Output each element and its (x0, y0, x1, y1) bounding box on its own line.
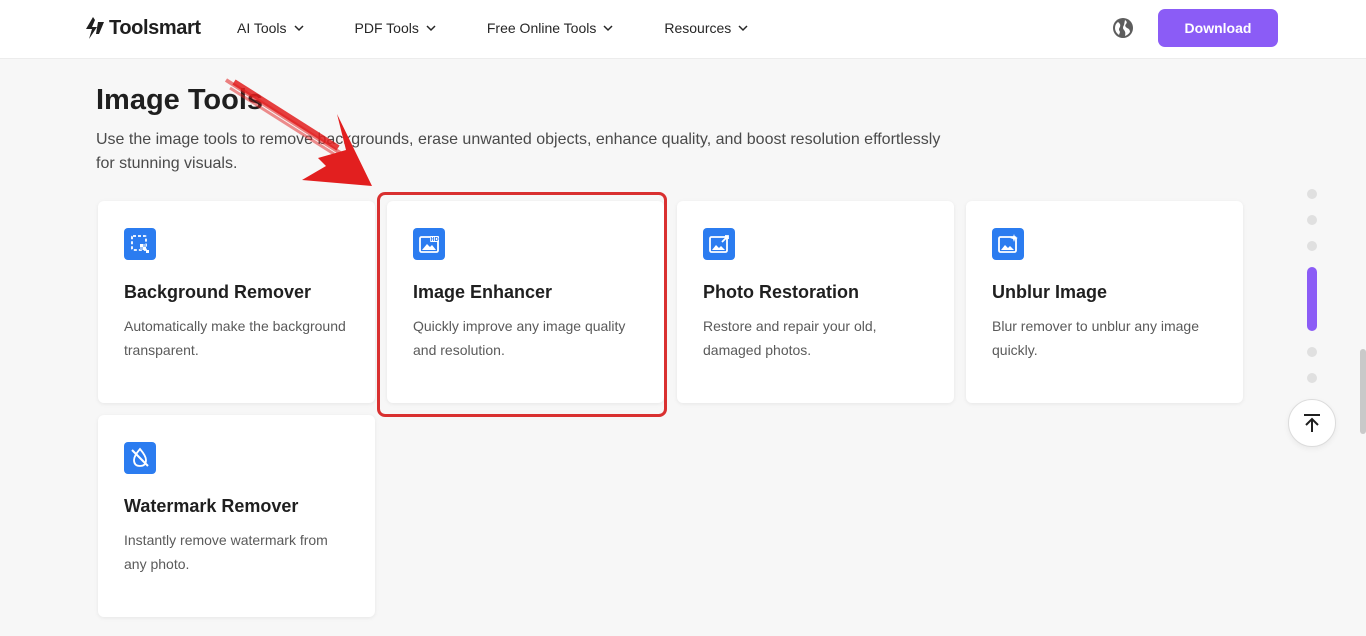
card-image-enhancer[interactable]: HD Image Enhancer Quickly improve any im… (387, 201, 664, 403)
chevron-down-icon (294, 24, 304, 31)
top-header: Toolsmart AI Tools PDF Tools Free Online… (0, 0, 1366, 59)
card-description: Quickly improve any image quality and re… (413, 318, 626, 358)
arrow-up-to-line-icon (1304, 414, 1320, 432)
card-watermark-remover[interactable]: Watermark Remover Instantly remove water… (98, 415, 375, 617)
logo[interactable]: Toolsmart (84, 14, 201, 42)
card-description: Blur remover to unblur any image quickly… (992, 318, 1199, 358)
svg-text:HD: HD (430, 237, 438, 243)
section-dot[interactable] (1307, 373, 1317, 383)
nav-ai-tools[interactable]: AI Tools (237, 20, 304, 36)
hd-image-icon: HD (413, 228, 445, 260)
photo-restore-icon (703, 228, 735, 260)
watermark-remover-icon (124, 442, 156, 474)
section-dot[interactable] (1307, 347, 1317, 357)
card-unblur-image[interactable]: Unblur Image Blur remover to unblur any … (966, 201, 1243, 403)
section-dot-active[interactable] (1307, 267, 1317, 331)
card-background-remover[interactable]: Background Remover Automatically make th… (98, 201, 375, 403)
sparkle-image-icon (992, 228, 1024, 260)
background-remover-icon (124, 228, 156, 260)
logo-text: Toolsmart (109, 16, 201, 39)
page-description: Use the image tools to remove background… (96, 131, 941, 172)
back-to-top-button[interactable] (1288, 399, 1336, 447)
chevron-down-icon (738, 24, 748, 31)
card-title: Watermark Remover (124, 496, 299, 516)
nav-label: Resources (664, 20, 732, 36)
card-title: Photo Restoration (703, 282, 859, 302)
toolsmart-logo-icon (86, 17, 104, 39)
card-title: Image Enhancer (413, 282, 553, 302)
download-button[interactable]: Download (1158, 9, 1278, 47)
nav-label: PDF Tools (354, 20, 419, 36)
nav-label: AI Tools (237, 20, 287, 36)
card-description: Instantly remove watermark from any phot… (124, 532, 328, 572)
card-title: Unblur Image (992, 282, 1108, 302)
page-scrollbar[interactable] (1360, 349, 1366, 434)
main-nav: AI Tools PDF Tools Free Online Tools Res… (237, 0, 799, 56)
card-description: Automatically make the background transp… (124, 318, 346, 358)
section-dot[interactable] (1307, 215, 1317, 225)
nav-resources[interactable]: Resources (664, 20, 748, 36)
card-title: Background Remover (124, 282, 312, 302)
page-title: Image Tools (96, 84, 264, 116)
globe-icon[interactable] (1111, 16, 1135, 40)
chevron-down-icon (603, 24, 613, 31)
section-dot[interactable] (1307, 189, 1317, 199)
section-dot[interactable] (1307, 241, 1317, 251)
card-description: Restore and repair your old, damaged pho… (703, 318, 877, 358)
card-photo-restoration[interactable]: Photo Restoration Restore and repair you… (677, 201, 954, 403)
nav-label: Free Online Tools (486, 20, 597, 36)
chevron-down-icon (426, 24, 436, 31)
nav-free-online-tools[interactable]: Free Online Tools (487, 20, 613, 36)
nav-pdf-tools[interactable]: PDF Tools (355, 20, 436, 36)
